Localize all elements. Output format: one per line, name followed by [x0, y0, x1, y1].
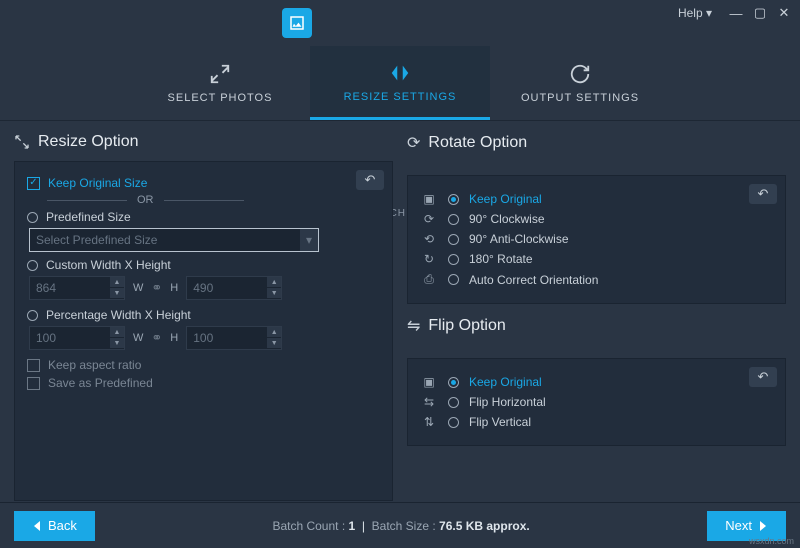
percent-wh-row[interactable]: Percentage Width X Height: [27, 308, 380, 322]
w-label: W: [133, 282, 143, 294]
status-text: Batch Count : 1 | Batch Size : 76.5 KB a…: [272, 519, 529, 533]
label: 180° Rotate: [469, 252, 533, 266]
flip-horiz-radio[interactable]: [448, 397, 459, 408]
minimize-button[interactable]: —: [726, 4, 746, 22]
label: Keep Original Size: [48, 176, 147, 190]
flip-section-title: ⇋ Flip Option: [407, 316, 786, 336]
flip-vert-radio[interactable]: [448, 417, 459, 428]
gear-refresh-icon: [569, 62, 591, 86]
rotate-90cw-radio[interactable]: [448, 214, 459, 225]
label: Keep Original: [469, 192, 542, 206]
label: Flip Horizontal: [469, 395, 546, 409]
reset-rotate-button[interactable]: ↶: [749, 184, 777, 204]
keep-original-size-row[interactable]: Keep Original Size: [27, 176, 380, 190]
reset-resize-button[interactable]: ↶: [356, 170, 384, 190]
h-label: H: [170, 282, 178, 294]
save-predefined-checkbox[interactable]: [27, 377, 40, 390]
label: Keep aspect ratio: [48, 358, 141, 372]
w-label: W: [133, 332, 143, 344]
flip-panel: ↶ ▣ Keep Original ⇆ Flip Horizontal ⇅ Flip …: [407, 358, 786, 446]
rotate-auto-row[interactable]: ⎙ Auto Correct Orientation: [420, 272, 773, 287]
resize-panel: ↶ Keep Original Size OR Predefined Size …: [14, 161, 393, 501]
expand-diag-icon: [14, 134, 30, 150]
back-button[interactable]: Back: [14, 511, 95, 541]
percent-wh-radio[interactable]: [27, 310, 38, 321]
label: Predefined Size: [46, 210, 131, 224]
rotate-90cw-row[interactable]: ⟳ 90° Clockwise: [420, 212, 773, 226]
label: Percentage Width X Height: [46, 308, 191, 322]
rotate-180-row[interactable]: ↻ 180° Rotate: [420, 252, 773, 266]
rotate-90acw-row[interactable]: ⟲ 90° Anti-Clockwise: [420, 232, 773, 246]
watermark: wsxdn.com: [749, 536, 794, 546]
image-icon: ▣: [420, 375, 438, 389]
close-button[interactable]: ✕: [774, 4, 794, 22]
rotate-180-icon: ↻: [420, 252, 438, 266]
placeholder: Select Predefined Size: [36, 233, 157, 247]
rotate-acw-icon: ⟲: [420, 232, 438, 246]
flip-vert-row[interactable]: ⇅ Flip Vertical: [420, 415, 773, 429]
rotate-90acw-radio[interactable]: [448, 234, 459, 245]
label: 90° Anti-Clockwise: [469, 232, 569, 246]
label: Flip Vertical: [469, 415, 531, 429]
rotate-cw-icon: ⟳: [420, 212, 438, 226]
expand-icon: [209, 62, 231, 86]
footer: Back Batch Count : 1 | Batch Size : 76.5…: [0, 502, 800, 548]
label: 90° Clockwise: [469, 212, 545, 226]
keep-original-size-checkbox[interactable]: [27, 177, 40, 190]
percent-width-input[interactable]: 100▲▼: [29, 326, 125, 350]
rotate-180-radio[interactable]: [448, 254, 459, 265]
help-menu[interactable]: Help ▾: [678, 6, 712, 20]
rotate-keep-radio[interactable]: [448, 194, 459, 205]
link-icon[interactable]: ⚭: [151, 330, 162, 346]
maximize-button[interactable]: ▢: [750, 4, 770, 22]
flip-horiz-row[interactable]: ⇆ Flip Horizontal: [420, 395, 773, 409]
link-icon[interactable]: ⚭: [151, 280, 162, 296]
save-predefined-row[interactable]: Save as Predefined: [27, 376, 380, 390]
flip-keep-row[interactable]: ▣ Keep Original: [420, 375, 773, 389]
flip-keep-radio[interactable]: [448, 377, 459, 388]
flip-icon: ⇋: [407, 316, 420, 336]
image-icon: ▣: [420, 192, 438, 206]
h-label: H: [170, 332, 178, 344]
custom-wh-row[interactable]: Custom Width X Height: [27, 258, 380, 272]
flip-h-icon: ⇆: [420, 395, 438, 409]
predefined-size-radio[interactable]: [27, 212, 38, 223]
custom-wh-radio[interactable]: [27, 260, 38, 271]
rotate-panel: ↶ ▣ Keep Original ⟳ 90° Clockwise ⟲ 90° Ant…: [407, 175, 786, 304]
keep-aspect-checkbox[interactable]: [27, 359, 40, 372]
reset-flip-button[interactable]: ↶: [749, 367, 777, 387]
custom-width-input[interactable]: 864▲▼: [29, 276, 125, 300]
chevron-down-icon: ▾: [706, 6, 712, 20]
chevron-down-icon: ▾: [300, 229, 318, 251]
predefined-size-select[interactable]: Select Predefined Size ▾: [29, 228, 319, 252]
auto-orient-icon: ⎙: [420, 272, 438, 287]
keep-aspect-row[interactable]: Keep aspect ratio: [27, 358, 380, 372]
rotate-auto-radio[interactable]: [448, 274, 459, 285]
label: Custom Width X Height: [46, 258, 171, 272]
app-logo: [282, 8, 312, 38]
tab-label: SELECT PHOTOS: [168, 92, 273, 104]
titlebar: IMAGE RESIZER RESIZE BATCH OF PHOTOS Hel…: [0, 0, 800, 46]
tab-select-photos[interactable]: SELECT PHOTOS: [130, 46, 310, 120]
predefined-size-row[interactable]: Predefined Size: [27, 210, 380, 224]
percent-height-input[interactable]: 100▲▼: [186, 326, 282, 350]
label: Save as Predefined: [48, 376, 153, 390]
label: Auto Correct Orientation: [469, 273, 598, 287]
flip-v-icon: ⇅: [420, 415, 438, 429]
or-separator: OR: [47, 194, 380, 206]
label: Keep Original: [469, 375, 542, 389]
custom-height-input[interactable]: 490▲▼: [186, 276, 282, 300]
rotate-keep-row[interactable]: ▣ Keep Original: [420, 192, 773, 206]
tab-label: OUTPUT SETTINGS: [521, 92, 639, 104]
